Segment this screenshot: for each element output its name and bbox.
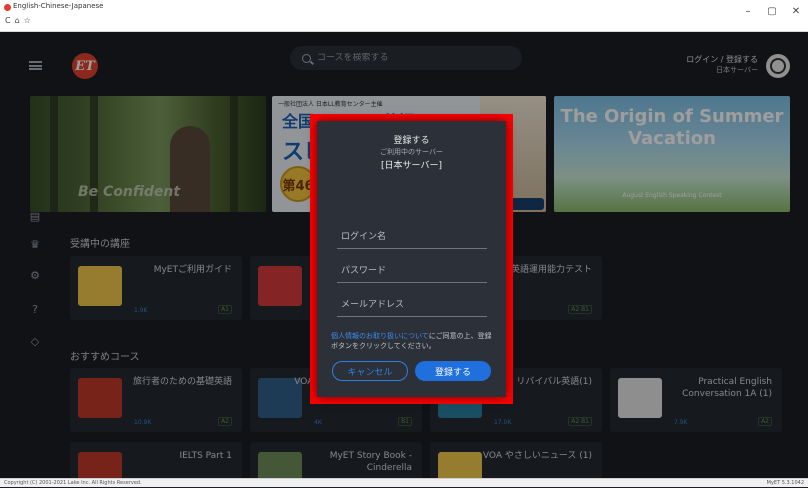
status-bar: Copyright (C) 2001-2021 Lake Inc. All Ri… bbox=[0, 478, 808, 487]
privacy-note: 個人情報のお取り扱いについてにご同意の上、登録ボタンをクリックしてください。 bbox=[331, 331, 496, 351]
register-dialog: 登録する ご利用中のサーバー [日本サーバー] 個人情報のお取り扱いについてにご… bbox=[317, 121, 506, 397]
window-controls: – ▢ ✕ bbox=[736, 0, 808, 22]
privacy-link[interactable]: 個人情報のお取り扱いについて bbox=[331, 332, 429, 340]
app-main: ⚑ ✎ ▤ ♛ ⚙ ? ◇ ET ログイン / 登録する 日本サーバー Be C… bbox=[0, 32, 808, 478]
app-icon bbox=[4, 4, 11, 11]
register-button[interactable]: 登録する bbox=[415, 361, 491, 381]
close-button[interactable]: ✕ bbox=[784, 0, 808, 22]
email-field[interactable] bbox=[337, 293, 487, 317]
window-title: English-Chinese-Japanese bbox=[13, 2, 104, 10]
dialog-subtitle: ご利用中のサーバー bbox=[380, 148, 443, 156]
back-icon[interactable]: C bbox=[5, 16, 11, 26]
forward-icon[interactable]: ⌂ bbox=[15, 16, 20, 26]
dialog-title: 登録する bbox=[393, 136, 430, 146]
refresh-icon[interactable]: ☆ bbox=[24, 16, 31, 26]
window-titlebar: English-Chinese-Japanese C ⌂ ☆ – ▢ ✕ bbox=[0, 0, 808, 32]
dialog-server: [日本サーバー] bbox=[381, 161, 442, 171]
cancel-button[interactable]: キャンセル bbox=[332, 361, 408, 381]
browser-nav: C ⌂ ☆ bbox=[5, 16, 31, 26]
minimize-button[interactable]: – bbox=[736, 0, 760, 22]
username-field[interactable] bbox=[337, 225, 487, 249]
password-field[interactable] bbox=[337, 259, 487, 283]
maximize-button[interactable]: ▢ bbox=[760, 0, 784, 22]
